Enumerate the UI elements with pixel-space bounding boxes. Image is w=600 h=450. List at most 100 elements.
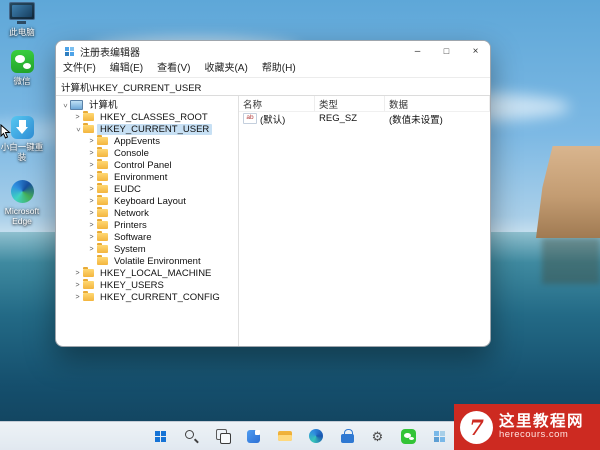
chevron-right-icon[interactable] bbox=[87, 161, 96, 170]
chevron-right-icon[interactable] bbox=[87, 173, 96, 182]
chevron-right-icon[interactable] bbox=[87, 233, 96, 242]
value-data: (数值未设置) bbox=[389, 114, 443, 126]
widgets-icon[interactable] bbox=[243, 425, 265, 447]
desktop-icon-label: 微信 bbox=[13, 76, 31, 86]
chevron-right-icon[interactable] bbox=[73, 281, 82, 290]
mouse-cursor bbox=[0, 124, 11, 139]
column-header-data[interactable]: 数据 bbox=[385, 96, 490, 111]
wechat-taskbar-icon[interactable] bbox=[398, 425, 420, 447]
folder-icon bbox=[97, 171, 108, 181]
regedit-taskbar-icon[interactable] bbox=[429, 425, 451, 447]
desktop-icon-installer[interactable]: 小白一键重装 bbox=[0, 116, 44, 162]
chevron-right-icon[interactable] bbox=[87, 209, 96, 218]
tree-item-computer[interactable]: 计算机 bbox=[56, 99, 238, 111]
chevron-right-icon[interactable] bbox=[87, 185, 96, 194]
tree-item-system[interactable]: System bbox=[56, 243, 238, 255]
file-explorer-icon[interactable] bbox=[274, 425, 296, 447]
tree-item-network[interactable]: Network bbox=[56, 207, 238, 219]
maximize-button[interactable]: □ bbox=[432, 41, 461, 61]
tree-item-hkey-local-machine[interactable]: HKEY_LOCAL_MACHINE bbox=[56, 267, 238, 279]
start-button[interactable] bbox=[150, 425, 172, 447]
desktop-icon-edge[interactable]: Microsoft Edge bbox=[0, 180, 44, 226]
address-bar[interactable]: 计算机\HKEY_CURRENT_USER bbox=[56, 77, 490, 96]
computer-icon bbox=[70, 100, 83, 110]
folder-icon bbox=[83, 123, 94, 133]
value-name: (默认) bbox=[260, 114, 286, 126]
desktop-icon-label: 此电脑 bbox=[9, 27, 35, 37]
watermark-site-url: herecours.com bbox=[499, 429, 569, 441]
tree-item-volatile-environment[interactable]: Volatile Environment bbox=[56, 255, 238, 267]
tree-pane: 计算机 HKEY_CLASSES_ROOT HKEY_CURRENT_USER … bbox=[56, 96, 239, 346]
store-icon[interactable] bbox=[336, 425, 358, 447]
chevron-right-icon[interactable] bbox=[87, 245, 96, 254]
folder-icon bbox=[83, 291, 94, 301]
menu-view[interactable]: 查看(V) bbox=[150, 61, 197, 77]
list-header: 名称 类型 数据 bbox=[239, 96, 490, 112]
tree-item-printers[interactable]: Printers bbox=[56, 219, 238, 231]
menu-favorites[interactable]: 收藏夹(A) bbox=[197, 61, 254, 77]
cliff-reflection bbox=[542, 238, 600, 284]
chevron-right-icon[interactable] bbox=[87, 197, 96, 206]
chevron-right-icon[interactable] bbox=[87, 149, 96, 158]
string-value-icon: ab bbox=[243, 113, 257, 124]
minimize-button[interactable]: – bbox=[403, 41, 432, 61]
window-title: 注册表编辑器 bbox=[80, 47, 140, 59]
tree-item-eudc[interactable]: EUDC bbox=[56, 183, 238, 195]
folder-icon bbox=[97, 183, 108, 193]
folder-icon bbox=[83, 279, 94, 289]
tree-item-hkey-classes-root[interactable]: HKEY_CLASSES_ROOT bbox=[56, 111, 238, 123]
chevron-right-icon[interactable] bbox=[73, 113, 82, 122]
value-row-default[interactable]: ab (默认) REG_SZ (数值未设置) bbox=[239, 112, 490, 126]
installer-icon bbox=[10, 116, 34, 139]
tree-item-software[interactable]: Software bbox=[56, 231, 238, 243]
tree-item-console[interactable]: Console bbox=[56, 147, 238, 159]
settings-gear-icon[interactable] bbox=[367, 425, 389, 447]
folder-icon bbox=[97, 195, 108, 205]
menu-file[interactable]: 文件(F) bbox=[56, 61, 103, 77]
tree-item-hkey-current-config[interactable]: HKEY_CURRENT_CONFIG bbox=[56, 291, 238, 303]
column-header-name[interactable]: 名称 bbox=[239, 96, 315, 111]
menu-bar: 文件(F) 编辑(E) 查看(V) 收藏夹(A) 帮助(H) bbox=[56, 61, 490, 77]
desktop-icon-label: 小白一键重装 bbox=[0, 142, 44, 162]
desktop: 此电脑 微信 小白一键重装 Microsoft Edge 注册表编辑器 – □ … bbox=[0, 0, 600, 450]
folder-icon bbox=[97, 159, 108, 169]
desktop-icon-this-pc[interactable]: 此电脑 bbox=[0, 2, 44, 37]
folder-icon bbox=[97, 231, 108, 241]
chevron-right-icon[interactable] bbox=[87, 221, 96, 230]
chevron-down-icon[interactable] bbox=[73, 125, 82, 134]
tree-item-hkey-users[interactable]: HKEY_USERS bbox=[56, 279, 238, 291]
task-view-icon[interactable] bbox=[212, 425, 234, 447]
tree-item-control-panel[interactable]: Control Panel bbox=[56, 159, 238, 171]
edge-icon bbox=[10, 180, 34, 203]
folder-icon bbox=[83, 267, 94, 277]
chevron-right-icon[interactable] bbox=[87, 137, 96, 146]
this-pc-icon bbox=[9, 2, 35, 24]
desktop-icon-wechat[interactable]: 微信 bbox=[0, 50, 44, 86]
folder-icon bbox=[97, 147, 108, 157]
values-pane: 名称 类型 数据 ab (默认) REG_SZ (数值未设置) bbox=[239, 96, 490, 346]
tree-item-appevents[interactable]: AppEvents bbox=[56, 135, 238, 147]
chevron-right-icon[interactable] bbox=[73, 293, 82, 302]
tree-item-environment[interactable]: Environment bbox=[56, 171, 238, 183]
column-header-type[interactable]: 类型 bbox=[315, 96, 385, 111]
title-bar[interactable]: 注册表编辑器 – □ × bbox=[56, 41, 490, 61]
menu-edit[interactable]: 编辑(E) bbox=[103, 61, 150, 77]
search-icon[interactable] bbox=[181, 425, 203, 447]
chevron-right-icon[interactable] bbox=[73, 269, 82, 278]
menu-help[interactable]: 帮助(H) bbox=[255, 61, 303, 77]
edge-taskbar-icon[interactable] bbox=[305, 425, 327, 447]
tree-item-keyboard-layout[interactable]: Keyboard Layout bbox=[56, 195, 238, 207]
folder-icon bbox=[97, 243, 108, 253]
wechat-icon bbox=[10, 50, 34, 73]
registry-app-icon bbox=[64, 46, 75, 57]
watermark-site-name: 这里教程网 bbox=[499, 412, 585, 430]
folder-icon bbox=[97, 219, 108, 229]
address-text: 计算机\HKEY_CURRENT_USER bbox=[61, 82, 202, 94]
close-button[interactable]: × bbox=[461, 41, 490, 61]
value-type: REG_SZ bbox=[319, 113, 358, 124]
desktop-icon-label: Microsoft Edge bbox=[4, 206, 40, 226]
chevron-down-icon[interactable] bbox=[60, 101, 69, 110]
registry-editor-window: 注册表编辑器 – □ × 文件(F) 编辑(E) 查看(V) 收藏夹(A) 帮助… bbox=[55, 40, 491, 347]
tree-item-hkey-current-user[interactable]: HKEY_CURRENT_USER bbox=[56, 123, 238, 135]
site-watermark: 7 这里教程网 herecours.com bbox=[454, 404, 600, 450]
